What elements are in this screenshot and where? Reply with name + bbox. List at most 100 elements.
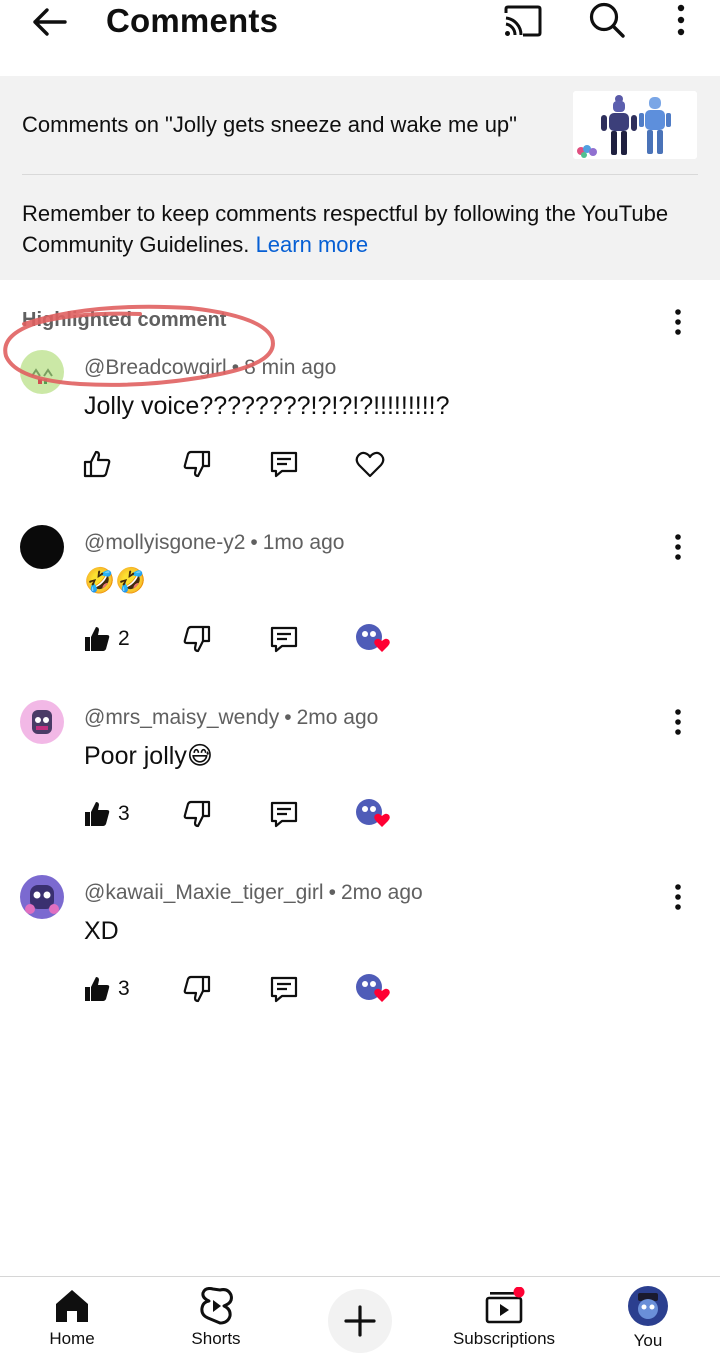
heart-outline-icon <box>355 451 385 478</box>
nav-label-shorts: Shorts <box>191 1329 241 1348</box>
cast-icon <box>504 5 542 37</box>
back-button[interactable] <box>26 2 72 42</box>
like-button[interactable] <box>82 444 112 484</box>
thumbs-up-filled-icon <box>85 627 110 651</box>
creator-heart-icon <box>356 624 390 652</box>
creator-heart-badge <box>354 619 394 659</box>
like-count: 2 <box>118 627 130 650</box>
dislike-button[interactable] <box>182 794 212 834</box>
community-guidelines-notice: Remember to keep comments respectful by … <box>22 198 682 260</box>
avatar-image <box>20 700 64 744</box>
dislike-button[interactable] <box>182 619 212 659</box>
notification-dot <box>513 1287 525 1298</box>
video-title: Comments on "Jolly gets sneeze and wake … <box>22 112 517 137</box>
nav-you[interactable]: You <box>608 1277 688 1359</box>
search-button[interactable] <box>585 0 629 40</box>
like-button[interactable]: 2 <box>82 619 130 659</box>
comment-item: @Breadcowgirl • 8 min ago Jolly voice?????… <box>0 309 720 510</box>
reply-icon <box>270 626 298 653</box>
comment-meta: @mollyisgone-y2 • 1mo ago <box>84 529 344 557</box>
avatar-image <box>20 875 64 919</box>
reply-button[interactable] <box>268 444 300 484</box>
comment-meta: @kawaii_Maxie_tiger_girl • 2mo ago <box>84 879 423 907</box>
comment-more-button[interactable] <box>664 704 692 740</box>
nav-subscriptions[interactable]: Subscriptions <box>440 1277 568 1359</box>
like-count: 3 <box>118 802 130 825</box>
comment-time: 8 min ago <box>244 356 337 379</box>
creator-heart-badge <box>354 969 394 1009</box>
more-vertical-icon <box>675 884 681 910</box>
creator-heart-badge <box>354 794 394 834</box>
dislike-button[interactable] <box>182 444 212 484</box>
comment-text: XD <box>84 917 119 945</box>
thumbs-down-icon <box>183 450 211 478</box>
reply-button[interactable] <box>268 969 300 1009</box>
nav-label-home: Home <box>49 1329 95 1348</box>
like-count: 3 <box>118 977 130 1000</box>
separator-dot: • <box>328 881 336 904</box>
comment-time: 2mo ago <box>340 881 423 904</box>
nav-shorts[interactable]: Shorts <box>176 1277 256 1359</box>
comment-author[interactable]: @Breadcowgirl <box>84 356 227 379</box>
more-vertical-icon <box>675 534 681 560</box>
reply-button[interactable] <box>268 794 300 834</box>
reply-button[interactable] <box>268 619 300 659</box>
nav-home[interactable]: Home <box>32 1277 112 1359</box>
thumbs-up-filled-icon <box>85 977 110 1001</box>
dislike-button[interactable] <box>182 969 212 1009</box>
comment-item: @mollyisgone-y2 • 1mo ago 🤣🤣 2 <box>0 515 720 685</box>
comment-item: @kawaii_Maxie_tiger_girl • 2mo ago XD 3 <box>0 865 720 1035</box>
cast-button[interactable] <box>500 2 544 40</box>
comment-author[interactable]: @mrs_maisy_wendy <box>84 706 279 729</box>
top-app-bar: Comments <box>0 0 720 62</box>
nav-label-subscriptions: Subscriptions <box>452 1329 556 1348</box>
more-vertical-icon <box>675 309 681 335</box>
avatar[interactable] <box>20 525 64 569</box>
reply-icon <box>270 451 298 478</box>
video-thumbnail[interactable] <box>573 91 697 159</box>
comment-item: @mrs_maisy_wendy • 2mo ago Poor jolly😅 3 <box>0 690 720 860</box>
comment-time: 1mo ago <box>262 531 345 554</box>
avatar[interactable] <box>20 875 64 919</box>
highlighted-comment-label: Highlighted comment <box>22 309 227 331</box>
nav-label-you: You <box>633 1331 663 1350</box>
comment-actions: 3 <box>80 794 420 834</box>
page-title: Comments <box>106 2 279 39</box>
search-icon <box>589 2 625 38</box>
comment-more-button[interactable] <box>664 304 692 340</box>
comment-more-button[interactable] <box>664 529 692 565</box>
home-icon <box>56 1290 88 1322</box>
avatar[interactable] <box>20 700 64 744</box>
reply-icon <box>270 976 298 1003</box>
arrow-left-icon <box>33 8 67 36</box>
shorts-icon <box>200 1287 233 1325</box>
comment-text: 🤣🤣 <box>84 567 147 595</box>
avatar-image <box>20 350 64 394</box>
comment-actions: 2 <box>80 619 420 659</box>
more-options-button[interactable] <box>664 0 698 40</box>
separator-dot: • <box>284 706 292 729</box>
comment-actions: 3 <box>80 969 420 1009</box>
comment-more-button[interactable] <box>664 879 692 915</box>
comment-author[interactable]: @kawaii_Maxie_tiger_girl <box>84 881 324 904</box>
comment-text: Jolly voice????????!?!?!?!!!!!!!!!? <box>84 392 450 420</box>
learn-more-link[interactable]: Learn more <box>256 232 369 257</box>
comment-author[interactable]: @mollyisgone-y2 <box>84 531 245 554</box>
subscriptions-icon <box>485 1287 525 1324</box>
thumbs-down-icon <box>183 625 211 653</box>
profile-avatar-icon <box>628 1286 668 1326</box>
like-button[interactable]: 3 <box>82 794 130 834</box>
plus-icon <box>344 1305 376 1337</box>
comment-text: Poor jolly😅 <box>84 742 213 770</box>
separator-dot: • <box>250 531 258 554</box>
create-button[interactable] <box>328 1289 392 1353</box>
thumbs-up-filled-icon <box>85 802 110 826</box>
heart-button[interactable] <box>354 444 386 484</box>
comment-meta: @mrs_maisy_wendy • 2mo ago <box>84 704 378 732</box>
separator-dot: • <box>231 356 240 379</box>
like-button[interactable]: 3 <box>82 969 130 1009</box>
thumbnail-image <box>573 91 697 159</box>
more-vertical-icon <box>677 4 685 36</box>
avatar[interactable] <box>20 350 64 394</box>
thumbs-up-outline-icon <box>83 450 111 478</box>
